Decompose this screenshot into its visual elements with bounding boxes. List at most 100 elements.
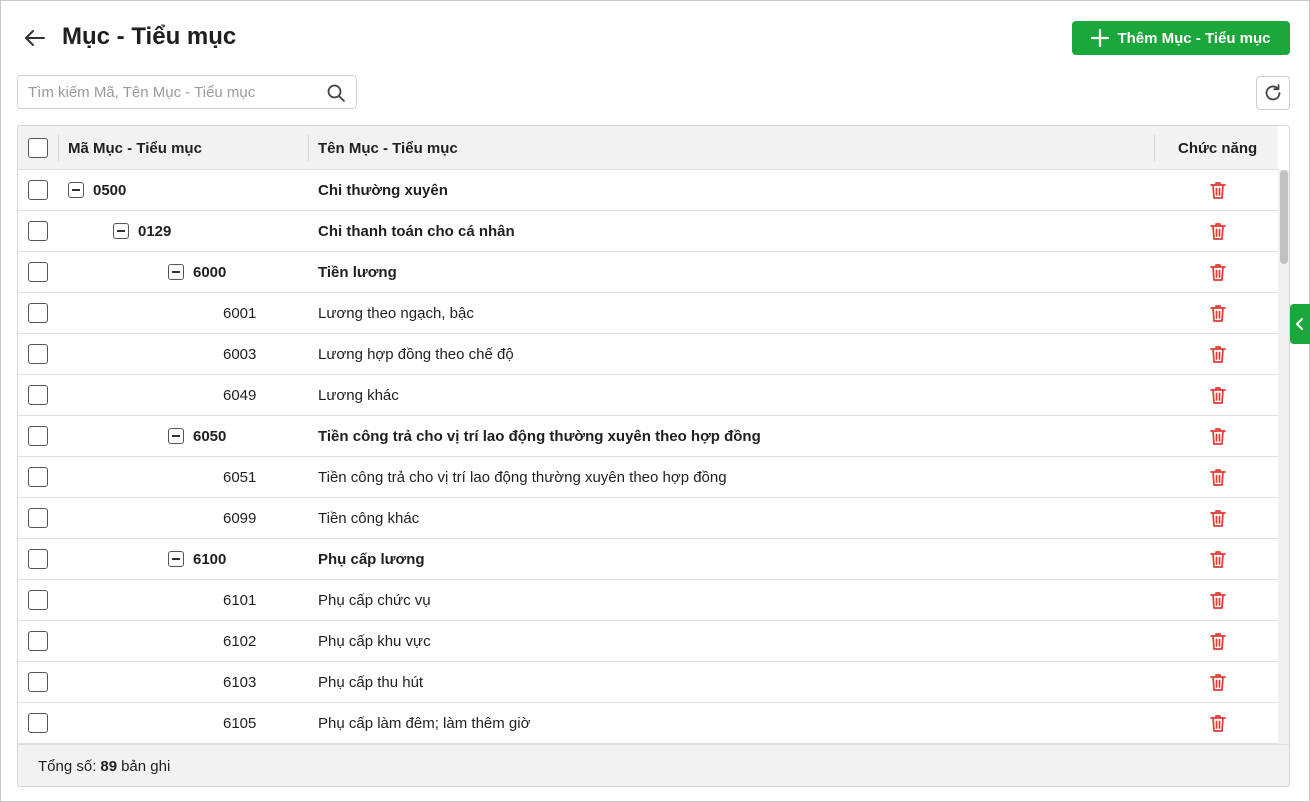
table-row[interactable]: 6103 Phụ cấp thu hút	[18, 662, 1278, 703]
row-select-cell	[28, 416, 48, 456]
page-header: Mục - Tiểu mục Thêm Mục - Tiểu mục	[0, 0, 1310, 72]
table-row[interactable]: 6049 Lương khác	[18, 375, 1278, 416]
table-footer: Tổng số: 89 bản ghi	[18, 744, 1289, 786]
row-checkbox[interactable]	[28, 631, 48, 651]
row-code: 6049	[223, 386, 257, 404]
select-all-checkbox[interactable]	[28, 138, 48, 158]
row-code-cell: 6050	[168, 416, 226, 456]
minus-square-icon[interactable]	[168, 428, 184, 444]
row-name: Phụ cấp thu hút	[318, 673, 424, 691]
trash-icon[interactable]	[1208, 549, 1228, 569]
table-row[interactable]: 6100 Phụ cấp lương	[18, 539, 1278, 580]
row-code: 6099	[223, 509, 257, 527]
row-checkbox[interactable]	[28, 344, 48, 364]
trash-icon[interactable]	[1208, 590, 1228, 610]
row-code: 6003	[223, 345, 257, 363]
row-code-cell: 6001	[223, 293, 256, 333]
scrollbar-thumb[interactable]	[1280, 170, 1288, 264]
row-checkbox[interactable]	[28, 385, 48, 405]
row-select-cell	[28, 375, 48, 415]
column-header-code[interactable]: Mã Mục - Tiểu mục	[68, 126, 202, 170]
row-name: Lương theo ngạch, bậc	[318, 304, 474, 322]
search-box	[17, 75, 357, 109]
add-item-button[interactable]: Thêm Mục - Tiểu mục	[1072, 21, 1290, 55]
row-checkbox[interactable]	[28, 426, 48, 446]
row-code: 0500	[93, 181, 127, 199]
items-table: Mã Mục - Tiểu mục Tên Mục - Tiểu mục Chứ…	[17, 125, 1290, 787]
vertical-scrollbar[interactable]	[1278, 170, 1289, 744]
trash-icon[interactable]	[1208, 713, 1228, 733]
table-row[interactable]: 6001 Lương theo ngạch, bậc	[18, 293, 1278, 334]
table-row[interactable]: 6051 Tiền công trả cho vị trí lao động th…	[18, 457, 1278, 498]
trash-icon[interactable]	[1208, 221, 1228, 241]
table-header: Mã Mục - Tiểu mục Tên Mục - Tiểu mục Chứ…	[18, 126, 1278, 170]
row-select-cell	[28, 539, 48, 579]
table-body: 0500 Chi thường xuyên 0129 Chi thanh toán c…	[18, 170, 1278, 744]
search-input[interactable]	[18, 76, 308, 108]
trash-icon[interactable]	[1208, 426, 1228, 446]
table-row[interactable]: 6000 Tiền lương	[18, 252, 1278, 293]
side-panel-toggle[interactable]	[1290, 304, 1310, 344]
plus-icon	[1091, 29, 1110, 47]
trash-icon[interactable]	[1208, 262, 1228, 282]
row-checkbox[interactable]	[28, 590, 48, 610]
table-row[interactable]: 6102 Phụ cấp khu vực	[18, 621, 1278, 662]
row-code: 6050	[193, 427, 227, 445]
total-prefix: Tổng số:	[38, 758, 97, 775]
trash-icon[interactable]	[1208, 631, 1228, 651]
table-row[interactable]: 6050 Tiền công trả cho vị trí lao động th…	[18, 416, 1278, 457]
trash-icon[interactable]	[1208, 672, 1228, 692]
row-select-cell	[28, 457, 48, 497]
row-name: Tiền lương	[318, 263, 397, 281]
row-code: 6102	[223, 632, 257, 650]
row-checkbox[interactable]	[28, 467, 48, 487]
arrow-left-icon	[25, 30, 45, 46]
minus-square-icon[interactable]	[168, 551, 184, 567]
row-name: Phụ cấp làm đêm; làm thêm giờ	[318, 714, 531, 732]
minus-square-icon[interactable]	[168, 264, 184, 280]
minus-square-icon[interactable]	[68, 182, 84, 198]
row-checkbox[interactable]	[28, 672, 48, 692]
row-checkbox[interactable]	[28, 549, 48, 569]
row-select-cell	[28, 621, 48, 661]
row-name: Phụ cấp chức vụ	[318, 591, 431, 609]
row-code-cell: 6000	[168, 252, 226, 292]
row-select-cell	[28, 293, 48, 333]
table-row[interactable]: 6101 Phụ cấp chức vụ	[18, 580, 1278, 621]
refresh-button[interactable]	[1256, 76, 1290, 110]
column-divider	[58, 135, 59, 161]
row-select-cell	[28, 580, 48, 620]
table-row[interactable]: 6099 Tiền công khác	[18, 498, 1278, 539]
add-item-label: Thêm Mục - Tiểu mục	[1117, 29, 1271, 47]
trash-icon[interactable]	[1208, 508, 1228, 528]
minus-square-icon[interactable]	[113, 223, 129, 239]
row-checkbox[interactable]	[28, 262, 48, 282]
trash-icon[interactable]	[1208, 385, 1228, 405]
table-row[interactable]: 0129 Chi thanh toán cho cá nhân	[18, 211, 1278, 252]
table-row[interactable]: 0500 Chi thường xuyên	[18, 170, 1278, 211]
row-checkbox[interactable]	[28, 713, 48, 733]
row-select-cell	[28, 334, 48, 374]
row-select-cell	[28, 252, 48, 292]
row-select-cell	[28, 662, 48, 702]
trash-icon[interactable]	[1208, 180, 1228, 200]
trash-icon[interactable]	[1208, 467, 1228, 487]
trash-icon[interactable]	[1208, 344, 1228, 364]
column-header-name[interactable]: Tên Mục - Tiểu mục	[318, 126, 458, 170]
column-divider	[308, 135, 309, 161]
row-code: 6000	[193, 263, 227, 281]
table-row[interactable]: 6105 Phụ cấp làm đêm; làm thêm giờ	[18, 703, 1278, 744]
row-checkbox[interactable]	[28, 180, 48, 200]
total-suffix: bản ghi	[121, 758, 171, 775]
row-code-cell: 6101	[223, 580, 256, 620]
trash-icon[interactable]	[1208, 303, 1228, 323]
search-icon[interactable]	[326, 83, 346, 103]
table-row[interactable]: 6003 Lương hợp đồng theo chế độ	[18, 334, 1278, 375]
row-name: Phụ cấp khu vực	[318, 632, 431, 650]
row-checkbox[interactable]	[28, 303, 48, 323]
row-checkbox[interactable]	[28, 508, 48, 528]
row-code-cell: 6049	[223, 375, 256, 415]
row-code-cell: 0500	[68, 170, 126, 210]
back-button[interactable]	[22, 26, 48, 50]
row-checkbox[interactable]	[28, 221, 48, 241]
